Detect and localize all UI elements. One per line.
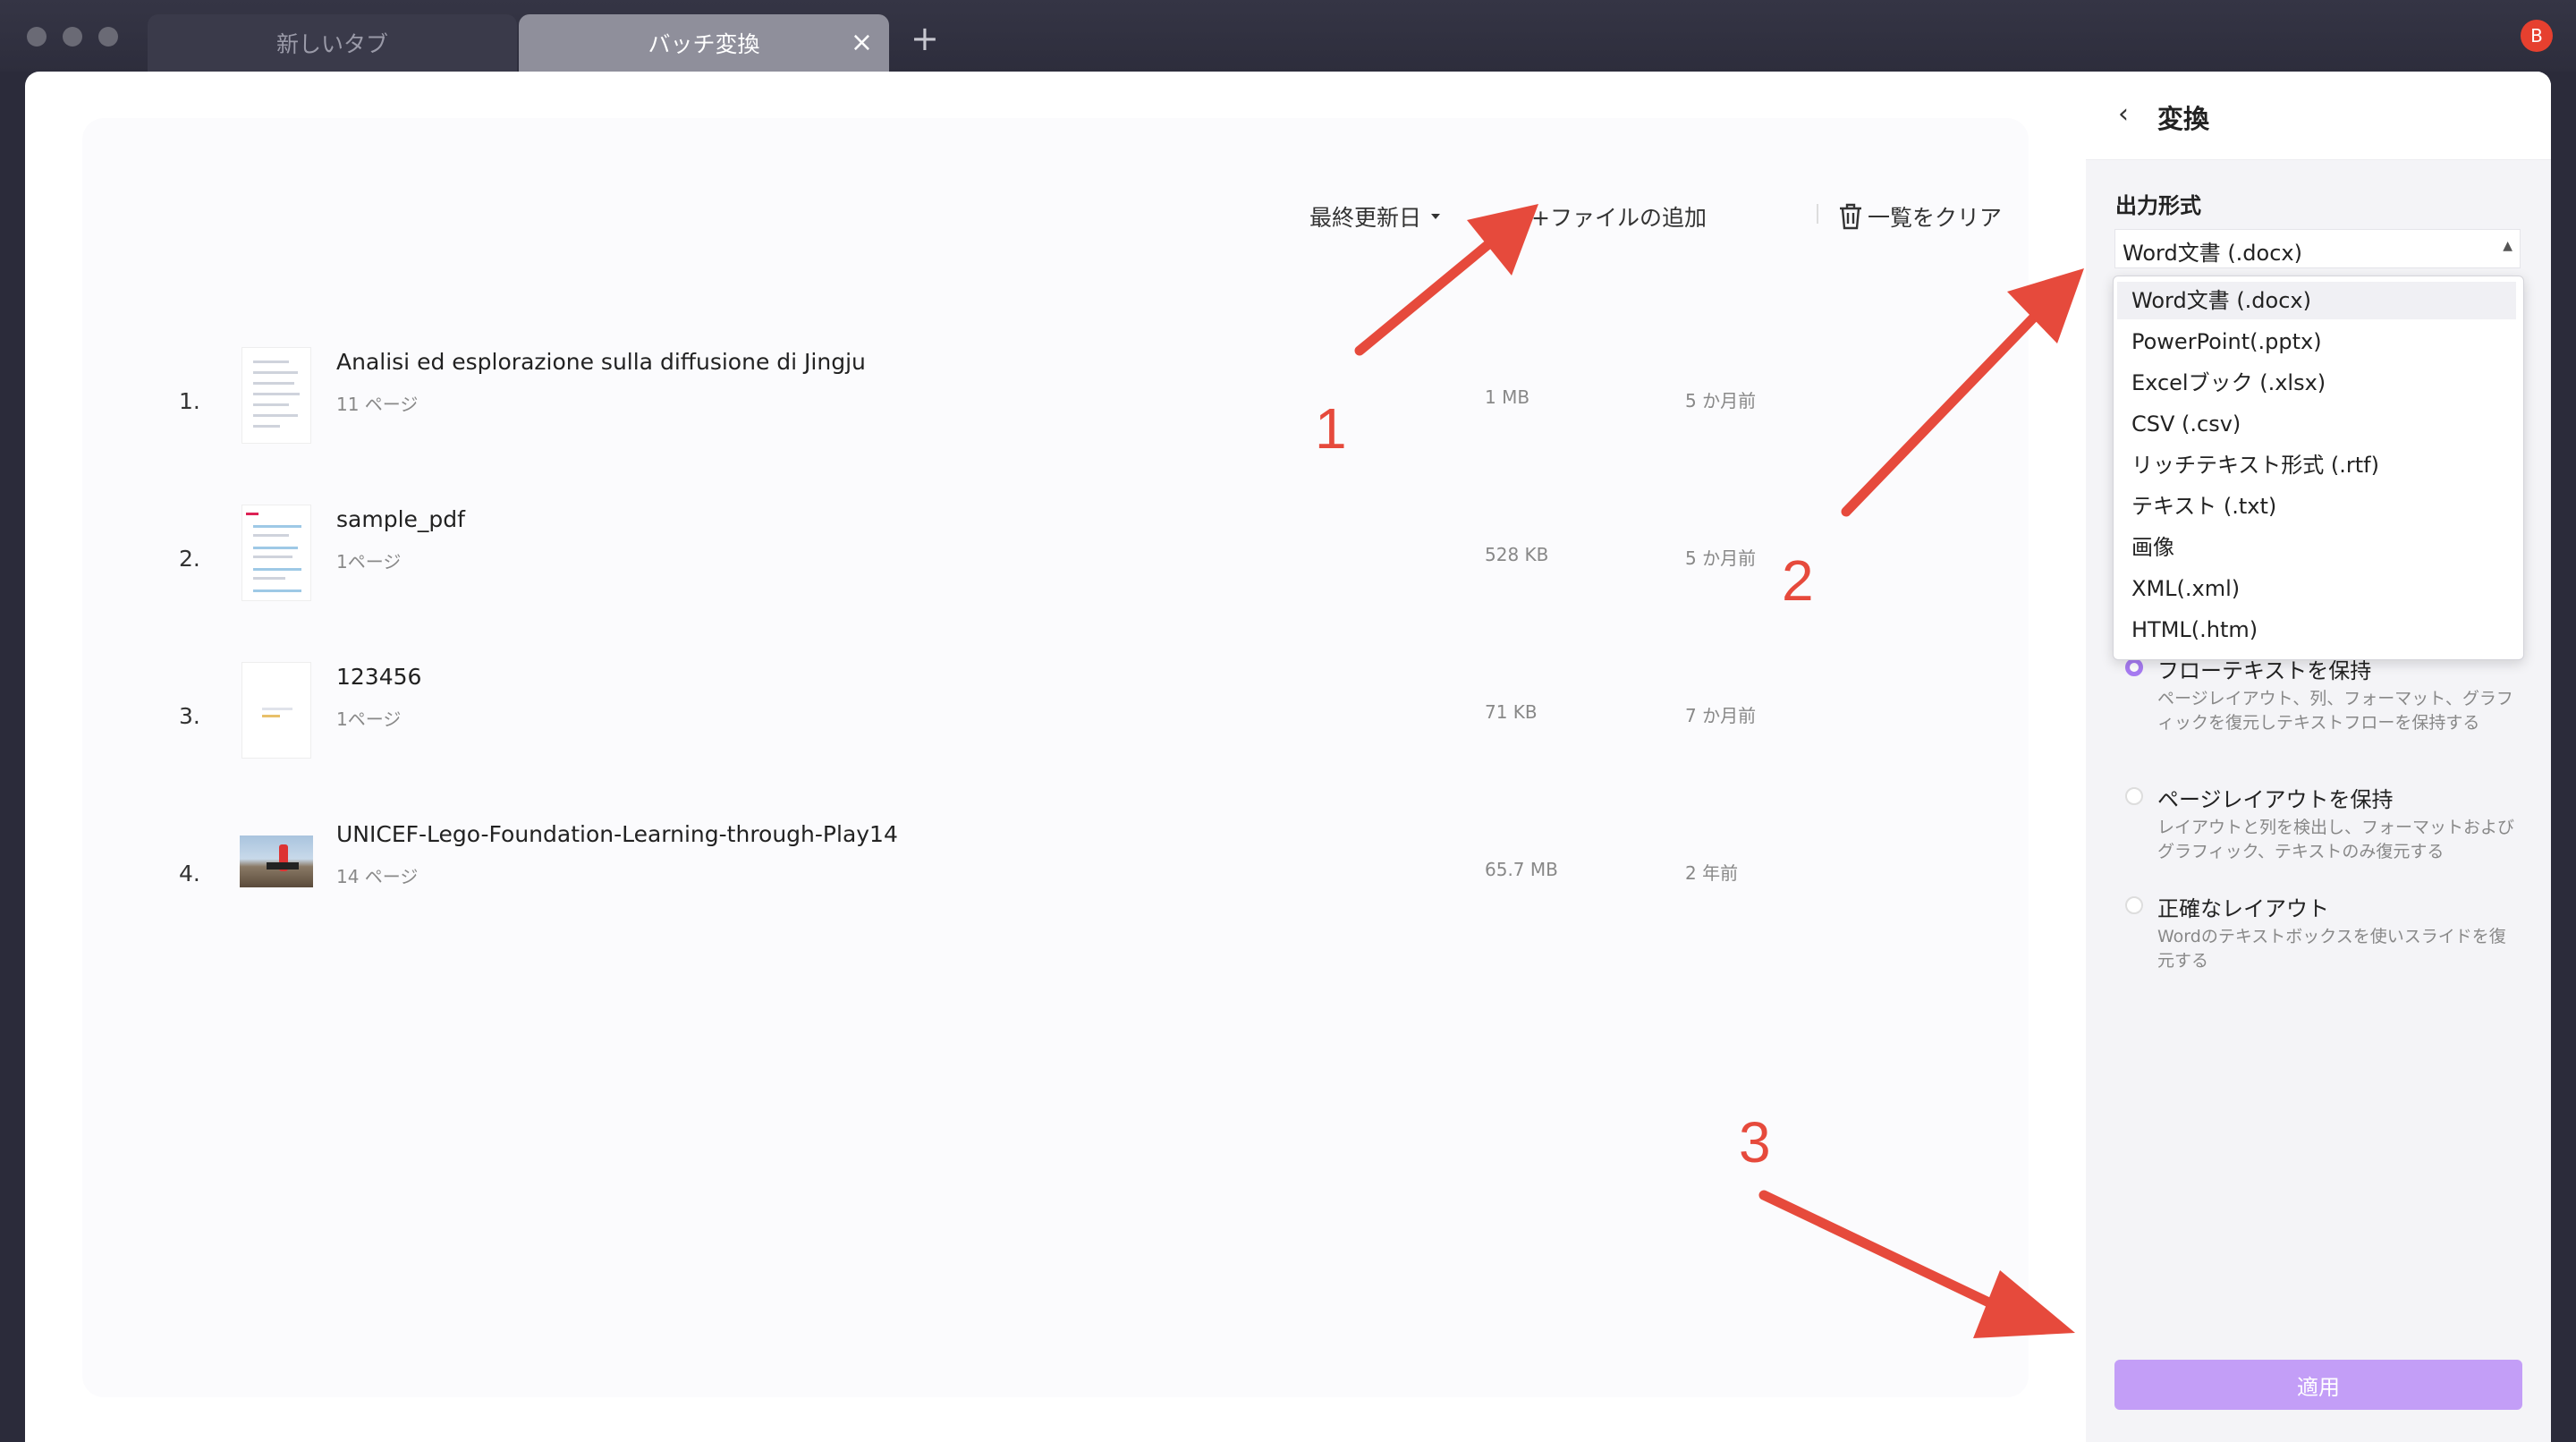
- option-description: ページレイアウト、列、フォーマット、グラフィックを復元しテキストフローを保持する: [2157, 689, 2513, 733]
- file-row[interactable]: 4. UNICEF-Lego-Foundation-Learning-throu…: [82, 802, 2029, 959]
- file-size: 71 KB: [1485, 701, 1538, 723]
- clear-list-button[interactable]: 一覧をクリア: [1837, 200, 2002, 233]
- file-thumbnail: [240, 836, 313, 887]
- file-thumbnail: [242, 505, 311, 601]
- trash-icon: [1840, 203, 1861, 230]
- format-option-txt[interactable]: テキスト (.txt): [2117, 488, 2516, 525]
- radio-unchecked[interactable]: [2125, 896, 2143, 914]
- tab-new-tab[interactable]: 新しいタブ: [148, 14, 517, 72]
- file-name: UNICEF-Lego-Foundation-Learning-through-…: [336, 821, 898, 847]
- zoom-window-button[interactable]: [98, 27, 118, 47]
- minimize-window-button[interactable]: [63, 27, 82, 47]
- panel-header: ‹ 変換: [2086, 72, 2551, 160]
- panel-title: 変換: [2157, 104, 2210, 134]
- add-file-button[interactable]: +ファイルの追加: [1531, 200, 1707, 233]
- tab-label: 新しいタブ: [275, 31, 388, 57]
- back-chevron-icon[interactable]: ‹: [2118, 98, 2129, 130]
- file-thumbnail: [242, 347, 311, 444]
- file-list-card: 最終更新日 +ファイルの追加 一覧をクリア 1. Analisi ed espl…: [82, 118, 2029, 1397]
- file-size: 528 KB: [1485, 544, 1549, 565]
- toolbar-divider: [1817, 204, 1818, 224]
- file-date: 7 か月前: [1685, 705, 1757, 726]
- output-format-label: 出力形式: [2115, 193, 2201, 218]
- file-date: 5 か月前: [1685, 547, 1757, 569]
- tab-batch-convert[interactable]: バッチ変換 ×: [519, 14, 889, 72]
- avatar[interactable]: B: [2521, 20, 2553, 52]
- annotation-number-2: 2: [1782, 548, 1814, 613]
- file-pages: 11 ページ: [336, 394, 419, 415]
- file-row[interactable]: 1. Analisi ed esplorazione sulla diffusi…: [82, 329, 2029, 487]
- option-title: ページレイアウトを保持: [2157, 787, 2394, 812]
- format-option-csv[interactable]: CSV (.csv): [2117, 405, 2516, 443]
- format-option-xlsx[interactable]: Excelブック (.xlsx): [2117, 364, 2516, 402]
- selected-format: Word文書 (.docx): [2123, 241, 2302, 266]
- title-bar: 新しいタブ バッチ変換 × + B: [0, 0, 2576, 72]
- file-name: sample_pdf: [336, 506, 465, 532]
- radio-unchecked[interactable]: [2125, 787, 2143, 805]
- apply-button[interactable]: 適用: [2114, 1360, 2522, 1410]
- format-option-rtf[interactable]: リッチテキスト形式 (.rtf): [2117, 446, 2516, 484]
- caret-up-icon: ▲: [2503, 239, 2512, 253]
- caret-down-icon: [1431, 214, 1441, 219]
- option-title: 正確なレイアウト: [2157, 896, 2329, 921]
- file-date: 5 か月前: [1685, 390, 1757, 411]
- add-file-label: +ファイルの追加: [1531, 205, 1707, 231]
- format-option-pptx[interactable]: PowerPoint(.pptx): [2117, 323, 2516, 360]
- file-thumbnail: [242, 662, 311, 759]
- annotation-number-1: 1: [1315, 396, 1347, 461]
- row-number: 1.: [179, 388, 200, 414]
- output-format-select[interactable]: Word文書 (.docx) ▲: [2114, 229, 2521, 268]
- file-row[interactable]: 2. sample_pdf 1ページ 528 KB 5 か月前: [82, 487, 2029, 644]
- file-name: 123456: [336, 664, 422, 690]
- format-dropdown-menu: Word文書 (.docx) PowerPoint(.pptx) Excelブッ…: [2113, 276, 2524, 660]
- clear-list-label: 一覧をクリア: [1868, 205, 2003, 231]
- option-description: Wordのテキストボックスを使いスライドを復元する: [2157, 927, 2506, 971]
- file-date: 2 年前: [1685, 862, 1739, 884]
- sort-label: 最終更新日: [1309, 205, 1422, 231]
- format-option-xml[interactable]: XML(.xml): [2117, 570, 2516, 607]
- add-tab-button[interactable]: +: [911, 21, 939, 55]
- close-icon[interactable]: ×: [851, 27, 873, 58]
- radio-checked[interactable]: [2125, 658, 2143, 676]
- file-pages: 14 ページ: [336, 866, 419, 887]
- row-number: 2.: [179, 546, 200, 572]
- file-size: 1 MB: [1485, 386, 1530, 408]
- file-size: 65.7 MB: [1485, 859, 1558, 880]
- option-description: レイアウトと列を検出し、フォーマットおよびグラフィック、テキストのみ復元する: [2157, 818, 2515, 861]
- file-name: Analisi ed esplorazione sulla diffusione…: [336, 349, 866, 375]
- file-row[interactable]: 3. 123456 1ページ 71 KB 7 か月前: [82, 644, 2029, 802]
- format-option-image[interactable]: 画像: [2117, 529, 2516, 566]
- close-window-button[interactable]: [27, 27, 47, 47]
- convert-panel: ‹ 変換 出力形式 Word文書 (.docx) ▲ フローテキストを保持 ペー…: [2086, 72, 2551, 1442]
- sort-dropdown[interactable]: 最終更新日: [1309, 200, 1441, 233]
- tab-label: バッチ変換: [648, 31, 760, 57]
- row-number: 3.: [179, 703, 200, 729]
- format-option-htm[interactable]: HTML(.htm): [2117, 611, 2516, 649]
- file-pages: 1ページ: [336, 551, 402, 573]
- app-window: 最終更新日 +ファイルの追加 一覧をクリア 1. Analisi ed espl…: [25, 72, 2551, 1442]
- row-number: 4.: [179, 861, 200, 886]
- format-option-docx[interactable]: Word文書 (.docx): [2117, 282, 2516, 319]
- file-pages: 1ページ: [336, 708, 402, 730]
- annotation-number-3: 3: [1739, 1110, 1771, 1175]
